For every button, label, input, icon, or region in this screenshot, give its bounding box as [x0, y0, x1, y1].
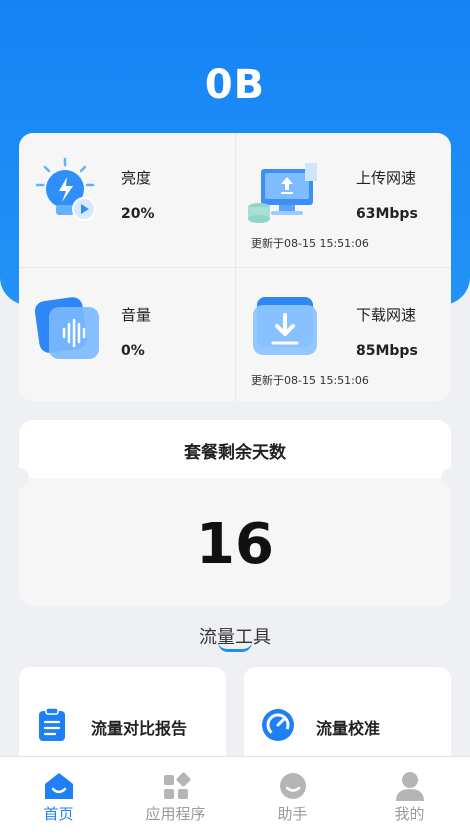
lightbulb-icon [31, 153, 111, 233]
ticket-notch-left [9, 468, 29, 488]
tab-profile[interactable]: 我的 [351, 757, 468, 836]
tab-assistant-label: 助手 [277, 805, 308, 823]
upload-speed-cell[interactable]: 上传网速 63Mbps 更新于08-15 15:51:06 [235, 133, 451, 267]
assistant-icon [276, 769, 310, 803]
tab-home[interactable]: 首页 [0, 757, 117, 836]
ticket-notch-right [441, 468, 461, 488]
tab-assistant[interactable]: 助手 [234, 757, 351, 836]
section-title-underline [218, 642, 252, 652]
traffic-calibration-label: 流量校准 [316, 719, 381, 738]
upload-speed-value: 63Mbps [356, 206, 418, 222]
upload-speed-label: 上传网速 [356, 169, 417, 187]
tab-apps[interactable]: 应用程序 [117, 757, 234, 836]
traffic-calibration-card[interactable]: 流量校准 [244, 667, 451, 767]
download-speed-label: 下载网速 [356, 306, 417, 324]
download-speed-value: 85Mbps [356, 343, 418, 359]
sound-wave-icon [33, 293, 107, 367]
home-icon [42, 769, 76, 803]
plan-remaining-title: 套餐剩余天数 [184, 443, 286, 463]
tab-home-label: 首页 [43, 805, 74, 823]
traffic-report-label: 流量对比报告 [91, 719, 188, 738]
profile-icon [393, 769, 427, 803]
plan-remaining-days: 16 [196, 512, 274, 577]
tab-apps-label: 应用程序 [145, 805, 206, 823]
total-traffic-value: 0B [204, 62, 266, 108]
speedometer-icon [260, 707, 296, 743]
download-icon [249, 293, 323, 363]
upload-updated-time: 更新于08-15 15:51:06 [251, 237, 369, 250]
device-status-card: 亮度 20% 上传网速 63Mbps 更新于08-15 15:51:06 音量 … [19, 133, 451, 401]
upload-computer-icon [247, 159, 321, 225]
brightness-value: 20% [121, 206, 155, 222]
download-speed-cell[interactable]: 下载网速 85Mbps 更新于08-15 15:51:06 [235, 267, 451, 401]
clipboard-icon [35, 707, 69, 741]
plan-remaining-card: 套餐剩余天数 16 [9, 420, 461, 606]
bottom-tab-bar: 首页 应用程序 助手 我的 [0, 756, 470, 836]
download-updated-time: 更新于08-15 15:51:06 [251, 374, 369, 387]
volume-label: 音量 [121, 306, 152, 324]
tab-profile-label: 我的 [394, 805, 425, 823]
volume-value: 0% [121, 343, 145, 359]
traffic-report-card[interactable]: 流量对比报告 [19, 667, 226, 767]
volume-cell[interactable]: 音量 0% [19, 267, 235, 401]
brightness-label: 亮度 [121, 169, 152, 187]
apps-icon [159, 769, 193, 803]
brightness-cell[interactable]: 亮度 20% [19, 133, 235, 267]
plan-card-header: 套餐剩余天数 [19, 420, 451, 478]
